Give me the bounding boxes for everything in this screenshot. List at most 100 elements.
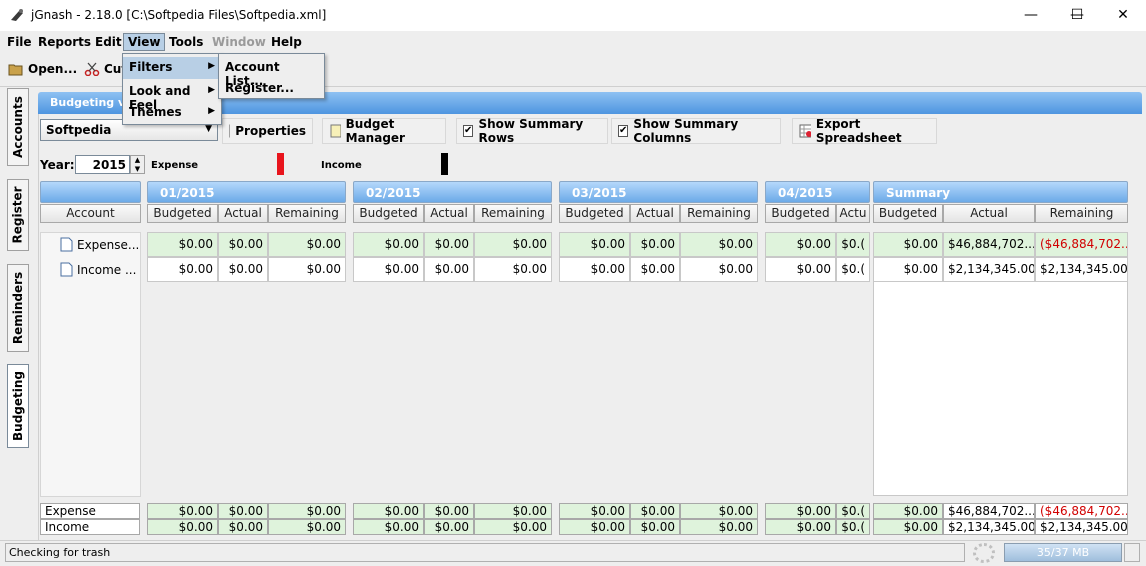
column-header[interactable]: Budgeted [559,204,630,223]
budget-cell[interactable]: $0.00 [559,257,630,282]
open-button[interactable]: Open... [8,62,77,76]
summary-cell[interactable]: $2,134,345.00 [943,257,1035,282]
menu-window[interactable]: Window [208,34,270,52]
tab-budgeting[interactable]: Budgeting [7,364,29,448]
memory-indicator[interactable]: 35/37 MB [1004,543,1122,562]
budget-cell[interactable]: $0.00 [424,257,474,282]
menu-item-filters[interactable]: Filters ▶ [123,57,221,79]
summary-cell[interactable]: $0.00 [873,232,943,257]
cut-button[interactable]: Cut [84,62,127,76]
period-header: 01/2015 [147,181,346,203]
checkbox-checked-icon: ✔ [618,125,629,137]
show-summary-rows-label: Show Summary Rows [478,117,584,145]
year-spinner[interactable]: 2015 [75,155,130,174]
footer-cell: $0.00 [559,519,630,535]
menu-file[interactable]: File [3,34,36,52]
show-summary-rows-toggle[interactable]: ✔ Show Summary Rows [456,117,608,145]
menu-reports[interactable]: Reports [34,34,95,52]
budget-cell[interactable]: $0.00 [559,232,630,257]
export-spreadsheet-label: Export Spreadsheet [815,117,902,145]
summary-column-header[interactable]: Budgeted [873,204,943,223]
close-button[interactable]: ✕ [1100,0,1146,31]
account-row-income[interactable]: Income ... [60,261,136,278]
footer-label-expense: Expense [40,503,140,519]
account-group-header [40,181,141,203]
properties-label: Properties [235,124,306,138]
column-header[interactable]: Actual [630,204,680,223]
budget-cell[interactable]: $0.00 [680,257,758,282]
tab-register-label: Register [11,186,25,244]
open-label: Open... [28,62,78,76]
summary-column-header[interactable]: Remaining [1035,204,1128,223]
footer-cell: $0.00 [765,503,836,519]
budget-cell[interactable]: $0.00 [680,232,758,257]
chevron-down-icon: ▼ [205,124,212,134]
budget-manager-button[interactable]: Budget Manager [322,117,446,145]
menu-item-themes[interactable]: Themes ▶ [123,102,221,124]
budget-cell[interactable]: $0.00 [147,232,218,257]
show-summary-columns-toggle[interactable]: ✔ Show Summary Columns [611,117,781,145]
footer-cell: $0.00 [680,503,758,519]
budget-cell[interactable]: $0.00 [474,257,552,282]
menu-item-register[interactable]: Register... [219,78,324,100]
submenu-arrow-icon: ▶ [208,61,215,71]
column-header[interactable]: Budgeted [765,204,836,223]
budget-cell[interactable]: $0.00 [630,232,680,257]
menu-item-account-list[interactable]: Account List... [219,57,324,88]
budget-cell[interactable]: $0.00 [630,257,680,282]
footer-cell: $0.00 [353,503,424,519]
summary-cell[interactable]: $2,134,345.00 [1035,257,1128,282]
column-header[interactable]: Actu [836,204,870,223]
menu-help[interactable]: Help [267,34,306,52]
budget-cell[interactable]: $0.00 [424,232,474,257]
period-header: 04/2015 [765,181,870,203]
year-spinner-arrows[interactable]: ▲ ▼ [130,155,145,174]
footer-cell: $0.00 [218,503,268,519]
summary-cell[interactable]: $46,884,702.... [943,232,1035,257]
submenu-arrow-icon: ▶ [208,85,215,95]
budget-cell[interactable]: $0.00 [268,257,346,282]
budget-cell[interactable]: $0.00 [147,257,218,282]
properties-button[interactable]: Properties [222,118,313,144]
summary-cell[interactable]: ($46,884,702.... [1035,232,1128,257]
budget-cell[interactable]: $0.00 [765,232,836,257]
summary-column-header[interactable]: Actual [943,204,1035,223]
budget-cell[interactable]: $0.00 [765,257,836,282]
menu-tools[interactable]: Tools [165,34,207,52]
account-row-expense[interactable]: Expense... [60,236,139,253]
footer-summary-cell: $2,134,345.00 [943,519,1035,535]
budget-cell[interactable]: $0.00 [353,232,424,257]
resize-grip[interactable] [1124,543,1140,562]
account-column-header[interactable]: Account [40,204,141,223]
tab-accounts[interactable]: Accounts [7,88,29,166]
column-header[interactable]: Budgeted [147,204,218,223]
budget-cell[interactable]: $0.( [836,257,870,282]
menu-edit[interactable]: Edit [91,34,126,52]
account-name: Expense... [77,237,140,252]
footer-cell: $0.00 [147,519,218,535]
export-spreadsheet-button[interactable]: Export Spreadsheet [792,117,937,145]
column-header[interactable]: Actual [424,204,474,223]
footer-summary-cell: $46,884,702.... [943,503,1035,519]
tab-reminders[interactable]: Reminders [7,264,29,352]
budget-cell[interactable]: $0.00 [268,232,346,257]
column-header[interactable]: Remaining [680,204,758,223]
summary-cell[interactable]: $0.00 [873,257,943,282]
budget-cell[interactable]: $0.00 [353,257,424,282]
budget-cell[interactable]: $0.00 [218,232,268,257]
minimize-button[interactable]: — [1008,0,1054,31]
footer-cell: $0.00 [268,503,346,519]
maximize-button[interactable]: ☐ [1054,0,1100,31]
column-header[interactable]: Remaining [268,204,346,223]
budget-cell[interactable]: $0.( [836,232,870,257]
budget-cell[interactable]: $0.00 [474,232,552,257]
menu-view[interactable]: View [123,33,166,51]
tab-register[interactable]: Register [7,179,29,251]
footer-cell: $0.( [836,503,870,519]
column-header[interactable]: Actual [218,204,268,223]
column-header[interactable]: Remaining [474,204,552,223]
footer-cell: $0.00 [630,503,680,519]
column-header[interactable]: Budgeted [353,204,424,223]
budget-cell[interactable]: $0.00 [218,257,268,282]
menu-item-look-and-feel[interactable]: Look and Feel ▶ [123,81,221,112]
